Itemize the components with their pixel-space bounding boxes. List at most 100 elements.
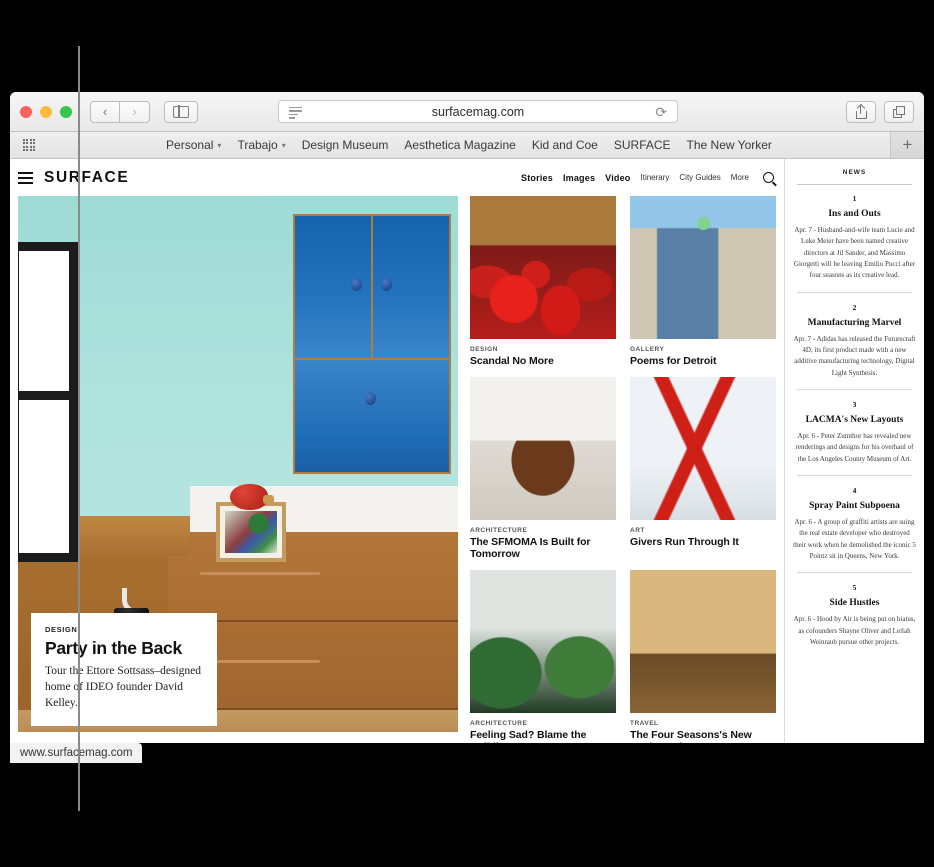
news-item[interactable]: 4 Spray Paint Subpoena Apr. 6 - A group …: [793, 486, 916, 562]
blue-cabinet: [293, 214, 451, 474]
hero-title[interactable]: Party in the Back: [45, 638, 203, 659]
news-item[interactable]: 5 Side Hustles Apr. 6 - Hood by Air is b…: [793, 583, 916, 648]
nav-item-video[interactable]: Video: [605, 173, 630, 183]
share-button[interactable]: [846, 100, 876, 123]
news-divider: [797, 474, 912, 476]
show-tabs-button[interactable]: [884, 100, 914, 123]
card-title[interactable]: The Four Seasons's New Design Lab: [630, 729, 776, 743]
article-card[interactable]: DESIGN Scandal No More: [470, 196, 616, 367]
card-kicker: ARCHITECTURE: [470, 527, 528, 534]
news-title[interactable]: Spray Paint Subpoena: [793, 501, 916, 511]
site-header: SURFACE Stories Images Video Itinerary C…: [10, 159, 784, 196]
news-number: 1: [852, 194, 857, 203]
article-grid: DESIGN Scandal No More GALLERY Poems for…: [470, 196, 776, 743]
back-button[interactable]: ‹: [90, 100, 120, 123]
restaurant-bar-photo: [630, 570, 776, 713]
news-item[interactable]: 1 Ins and Outs Apr. 7 - Husband-and-wife…: [793, 194, 916, 282]
article-card[interactable]: ARCHITECTURE The SFMOMA Is Built for Tom…: [470, 377, 616, 560]
show-tabs-icon: [892, 105, 906, 118]
bookmark-design-museum[interactable]: Design Museum: [302, 138, 389, 152]
article-card[interactable]: GALLERY Poems for Detroit: [630, 196, 776, 367]
article-card[interactable]: ARCHITECTURE Feeling Sad? Blame the Buil…: [470, 570, 616, 743]
card-kicker: ART: [630, 527, 645, 534]
sidebar-icon: [173, 105, 189, 118]
forward-button[interactable]: ›: [120, 100, 150, 123]
nav-item-itinerary[interactable]: Itinerary: [641, 173, 670, 182]
zoom-button[interactable]: [60, 105, 72, 118]
chevron-down-icon: ▾: [217, 140, 222, 150]
bookmark-surface[interactable]: SURFACE: [614, 138, 671, 152]
news-number: 3: [852, 399, 857, 409]
hero-description: Tour the Ettore Sottsass–designed home o…: [45, 665, 202, 710]
bookmark-kid-and-coe[interactable]: Kid and Coe: [532, 138, 598, 152]
news-divider: [797, 184, 912, 185]
site-navigation: Stories Images Video Itinerary City Guid…: [521, 172, 774, 183]
nav-item-city-guides[interactable]: City Guides: [679, 173, 720, 182]
news-number: 4: [852, 485, 857, 495]
card-title[interactable]: Feeling Sad? Blame the Building: [470, 729, 616, 743]
site-logo[interactable]: SURFACE: [44, 169, 129, 187]
bookmark-personal[interactable]: Personal ▾: [166, 138, 221, 152]
show-favorites-button[interactable]: [10, 138, 48, 152]
sidebar-toggle-button[interactable]: [164, 100, 198, 123]
nav-item-more[interactable]: More: [731, 173, 749, 182]
card-kicker: DESIGN: [470, 346, 498, 353]
nav-item-images[interactable]: Images: [563, 173, 595, 183]
card-title[interactable]: The SFMOMA Is Built for Tomorrow: [470, 536, 616, 560]
news-title[interactable]: LACMA's New Layouts: [793, 415, 916, 425]
new-tab-button[interactable]: +: [890, 132, 924, 158]
search-icon[interactable]: [763, 172, 774, 183]
navigation-buttons: ‹ ›: [90, 100, 150, 123]
news-divider: [797, 572, 912, 574]
card-title[interactable]: Givers Run Through It: [630, 536, 776, 548]
news-item[interactable]: 2 Manufacturing Marvel Apr. 7 - Adidas h…: [793, 303, 916, 379]
bookmark-aesthetica-magazine[interactable]: Aesthetica Magazine: [404, 138, 515, 152]
site-body: ← 1 / 3 → DESIGN Party in the Back Tour …: [10, 196, 784, 743]
address-bar-text: surfacemag.com: [431, 104, 525, 119]
hero-caption-card[interactable]: DESIGN Party in the Back Tour the Ettore…: [31, 613, 217, 726]
bookmark-list: Personal ▾ Trabajo ▾ Design Museum Aesth…: [48, 138, 890, 152]
framed-artwork: [216, 502, 286, 562]
house-facade-photo: [630, 196, 776, 339]
share-icon: [855, 104, 867, 119]
bookmarks-bar: Personal ▾ Trabajo ▾ Design Museum Aesth…: [10, 132, 924, 159]
bookmark-trabajo[interactable]: Trabajo ▾: [237, 138, 285, 152]
hero-kicker: DESIGN: [45, 625, 78, 635]
news-number: 5: [852, 583, 857, 593]
hamburger-menu-icon[interactable]: [18, 171, 33, 184]
news-body: Apr. 6 - A group of graffiti artists are…: [793, 517, 916, 560]
news-title[interactable]: Side Hustles: [793, 598, 916, 608]
reload-icon[interactable]: ⟳: [655, 105, 667, 120]
address-bar[interactable]: surfacemag.com ⟳: [278, 100, 678, 123]
reader-view-icon[interactable]: [289, 107, 302, 119]
surface-site: SURFACE Stories Images Video Itinerary C…: [10, 159, 785, 743]
article-card[interactable]: ART Givers Run Through It: [630, 377, 776, 560]
safari-window: ‹ › surfacemag.com ⟳ Personal ▾ Trabajo …: [10, 92, 924, 743]
bookmark-the-new-yorker[interactable]: The New Yorker: [687, 138, 772, 152]
news-heading: NEWS: [842, 169, 867, 176]
web-page-content: SURFACE Stories Images Video Itinerary C…: [10, 159, 924, 743]
news-body: Apr. 6 - Hood by Air is being put on hia…: [793, 615, 916, 646]
chevron-down-icon: ▾: [281, 140, 286, 150]
news-title[interactable]: Manufacturing Marvel: [793, 318, 916, 328]
close-button[interactable]: [20, 105, 32, 118]
minimize-button[interactable]: [40, 105, 52, 118]
card-title[interactable]: Poems for Detroit: [630, 355, 776, 367]
news-item[interactable]: 3 LACMA's New Layouts Apr. 6 - Peter Zum…: [793, 400, 916, 465]
nav-item-stories[interactable]: Stories: [521, 173, 553, 183]
news-title[interactable]: Ins and Outs: [793, 209, 916, 219]
callout-leader-line: [78, 46, 80, 811]
hero-feature[interactable]: ← 1 / 3 → DESIGN Party in the Back Tour …: [18, 196, 458, 732]
article-card[interactable]: TRAVEL The Four Seasons's New Design Lab: [630, 570, 776, 743]
card-title[interactable]: Scandal No More: [470, 355, 616, 367]
grid-icon: [22, 138, 36, 152]
news-number: 2: [852, 302, 857, 312]
toolbar-right-buttons: [846, 100, 914, 123]
card-kicker: TRAVEL: [630, 720, 659, 727]
red-figurine: [230, 484, 274, 510]
card-kicker: ARCHITECTURE: [470, 720, 528, 727]
news-divider: [797, 291, 912, 293]
news-body: Apr. 6 - Peter Zumthor has revealed new …: [795, 431, 914, 463]
theatre-seats-photo: [470, 196, 616, 339]
red-sculpture-photo: [630, 377, 776, 520]
